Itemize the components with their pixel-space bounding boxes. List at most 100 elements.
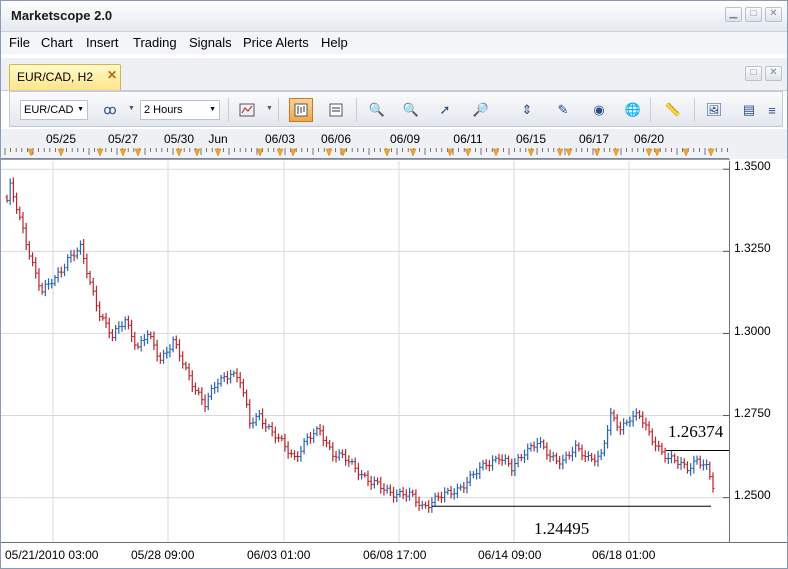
menu-insert[interactable]: Insert [86, 35, 119, 50]
tab-eur-cad-h2[interactable]: EUR/CAD, H2 ✕ [9, 64, 121, 90]
ohlc-bar [529, 442, 533, 452]
ohlc-bar [379, 476, 383, 494]
menu-help[interactable]: Help [321, 35, 348, 50]
close-button[interactable]: ✕ [765, 7, 782, 22]
overflow-menu-icon[interactable]: ≡ [765, 98, 779, 122]
ohlc-bar [478, 462, 482, 479]
timeframe-select[interactable]: 2 Hours ▼ [140, 100, 220, 120]
ohlc-bar [535, 437, 539, 453]
date-marker: 06/06 [320, 132, 352, 146]
ohlc-bar [538, 437, 543, 449]
ohlc-bar [181, 351, 185, 369]
ohlc-bar [107, 317, 111, 339]
menu-trading[interactable]: Trading [133, 35, 177, 50]
ohlc-bar [599, 449, 603, 461]
ohlc-bar [446, 487, 450, 495]
zoom-out-icon[interactable]: 🔍 [399, 98, 423, 122]
data-window-icon[interactable] [324, 98, 348, 122]
ruler-icon[interactable]: 📏 [661, 98, 685, 122]
drawing-tool-icon[interactable]: ✎ [551, 98, 575, 122]
ohlc-bar [302, 438, 306, 455]
ohlc-bar [631, 410, 635, 427]
ohlc-bar [676, 456, 680, 470]
minimize-button[interactable]: ▁ [725, 7, 742, 22]
time-axis[interactable]: 05/21/2010 03:00 05/28 09:00 06/03 01:00… [1, 542, 787, 568]
ohlc-bar [238, 372, 242, 389]
ohlc-bar [91, 277, 95, 296]
menu-signals[interactable]: Signals [189, 35, 232, 50]
date-marker: 05/27 [107, 132, 139, 146]
chevron-down-icon[interactable]: ▼ [128, 105, 135, 112]
ohlc-bar [53, 275, 57, 287]
session-marker-icon [57, 148, 65, 157]
ohlc-bar [219, 374, 223, 387]
session-marker-icon [492, 148, 500, 157]
ohlc-bar [270, 422, 274, 437]
menu-file[interactable]: File [9, 35, 30, 50]
ohlc-bar [292, 450, 297, 460]
tab-close-button[interactable]: ✕ [765, 66, 782, 81]
ohlc-bar [299, 446, 303, 462]
bar-chart-toggle-button[interactable] [289, 98, 313, 122]
tab-close-icon[interactable]: ✕ [107, 68, 117, 82]
session-marker-icon [325, 148, 333, 157]
session-marker-icon [214, 148, 222, 157]
maximize-button[interactable]: □ [745, 7, 762, 22]
symbol-select[interactable]: EUR/CAD ▼ [20, 100, 88, 120]
ohlc-bar [117, 321, 121, 334]
date-marker: 06/17 [578, 132, 610, 146]
chevron-down-icon[interactable]: ▼ [266, 105, 273, 112]
indicator-icon[interactable]: ꝏ [98, 98, 122, 122]
ohlc-bar [46, 278, 51, 290]
chart-type-icon[interactable] [235, 98, 259, 122]
price-axis[interactable] [730, 159, 787, 542]
globe-icon[interactable]: 🌐 [621, 98, 645, 122]
x-tick-label: 06/14 09:00 [478, 548, 542, 562]
ohlc-bar [110, 328, 115, 342]
ohlc-bar [685, 461, 690, 474]
cursor-icon[interactable]: ➚ [433, 98, 457, 122]
ohlc-bar [315, 426, 319, 437]
ohlc-bar [337, 449, 341, 461]
ohlc-bar [375, 477, 380, 486]
ohlc-bar [561, 454, 565, 470]
tab-label: EUR/CAD, H2 [17, 70, 94, 84]
magnifier-icon[interactable]: 🔎 [469, 98, 493, 122]
ohlc-bar [184, 361, 188, 371]
ohlc-bar [340, 449, 345, 459]
ohlc-bar [510, 458, 514, 476]
date-marker: Jun [208, 132, 228, 146]
ohlc-bar [689, 463, 693, 476]
ohlc-bar [516, 453, 520, 468]
x-tick-label: 06/18 01:00 [592, 548, 656, 562]
ohlc-bar [142, 334, 146, 347]
ohlc-bar [653, 436, 658, 452]
tab-restore-button[interactable]: □ [745, 66, 762, 81]
ohlc-bar [312, 428, 316, 444]
ohlc-bar [411, 489, 415, 497]
date-marker: 05/25 [45, 132, 77, 146]
menu-chart[interactable]: Chart [41, 35, 73, 50]
ohlc-bar [558, 455, 562, 470]
menu-price-alerts[interactable]: Price Alerts [243, 35, 309, 50]
eye-icon[interactable]: ◉ [587, 98, 611, 122]
ohlc-bar [136, 342, 140, 350]
session-marker-icon [409, 148, 417, 157]
ohlc-bar [455, 483, 460, 498]
ohlc-bar [554, 452, 559, 465]
picture-icon[interactable]: 🖼 [702, 98, 726, 122]
ohlc-bar [637, 409, 642, 419]
print-icon[interactable]: ▤ [737, 98, 761, 122]
ohlc-bar [596, 450, 600, 467]
price-chart-area[interactable] [1, 161, 730, 542]
ohlc-bar [609, 407, 613, 436]
ohlc-bar [8, 178, 12, 206]
session-marker-icon [653, 148, 661, 157]
ohlc-bar [101, 313, 105, 321]
ohlc-bar [244, 389, 249, 408]
session-marker-icon [707, 148, 715, 157]
fit-to-screen-icon[interactable]: ⇕ [515, 98, 539, 122]
ohlc-bar [328, 440, 332, 451]
ohlc-bar [698, 455, 702, 469]
zoom-in-icon[interactable]: 🔍 [365, 98, 389, 122]
